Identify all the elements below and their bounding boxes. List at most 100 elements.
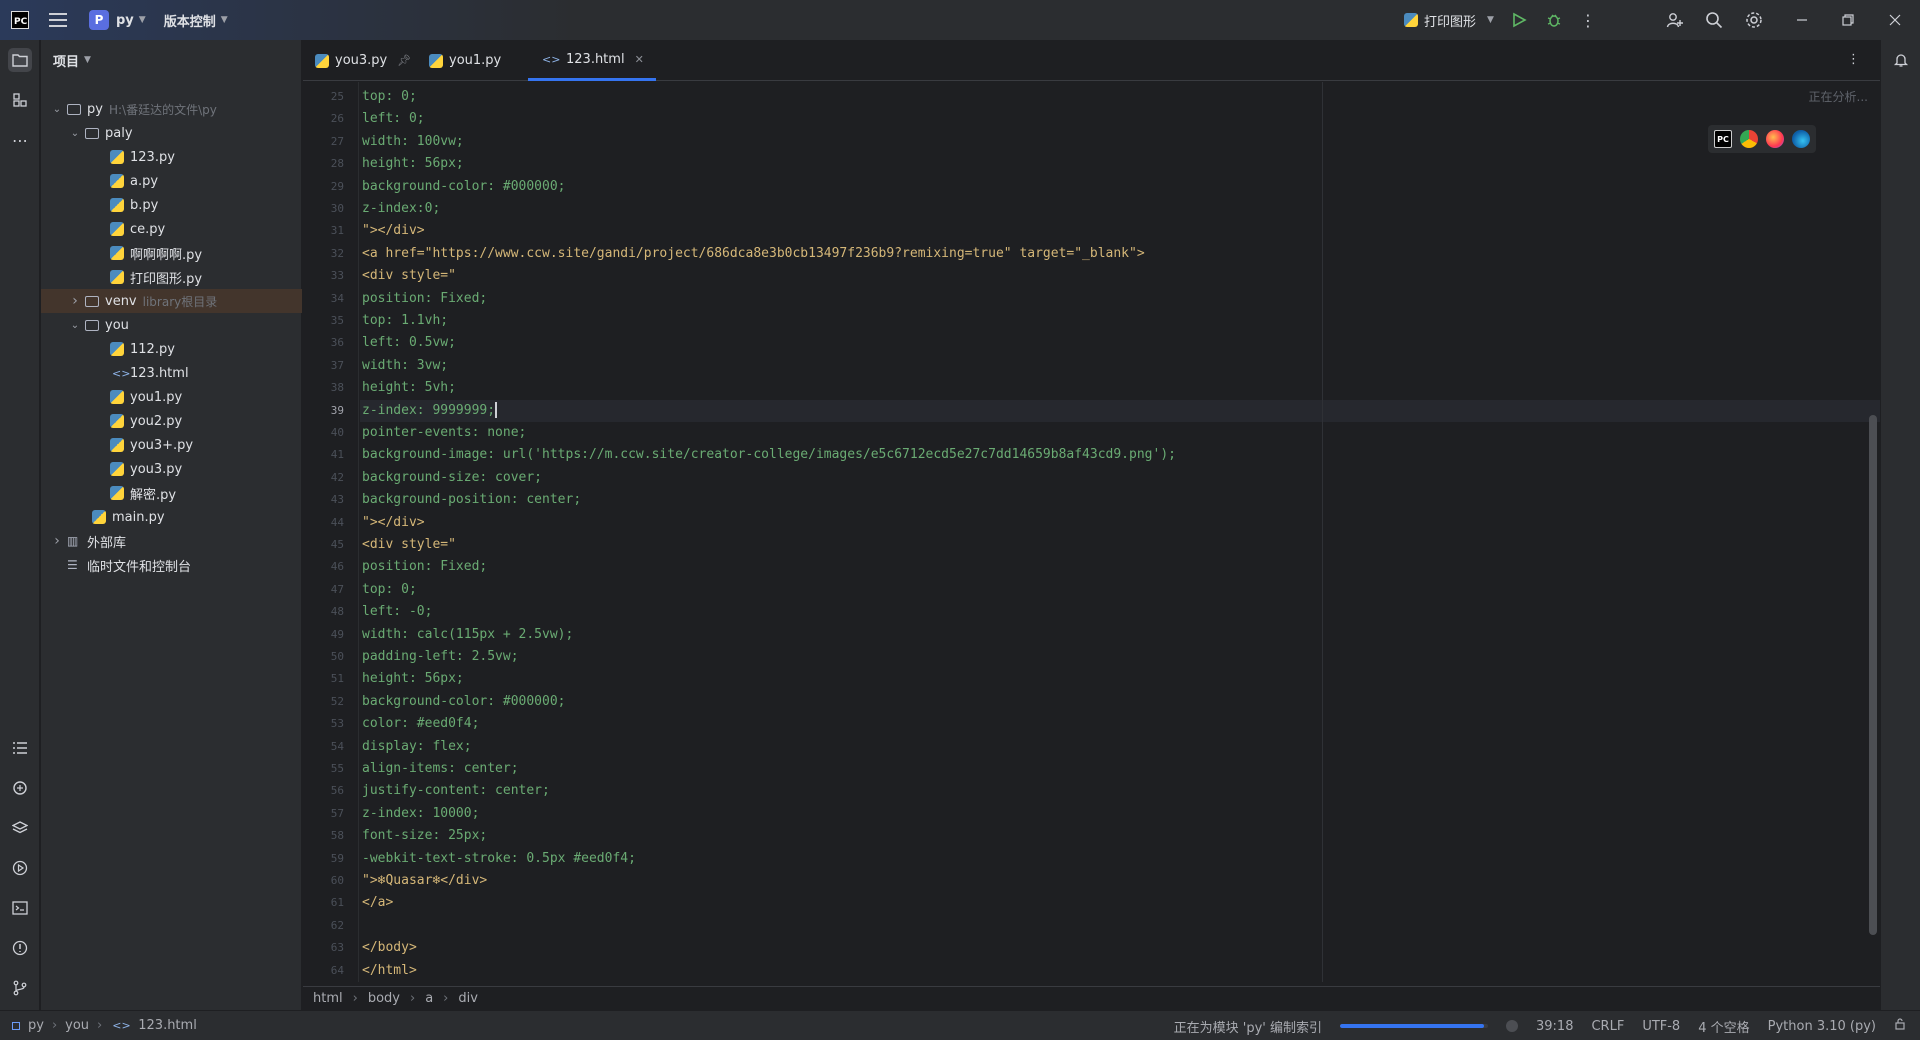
run-icon[interactable] [1509,10,1529,30]
git-branch-icon[interactable] [8,976,32,1000]
line-separator[interactable]: CRLF [1591,1019,1624,1034]
tree-item[interactable]: › venv library根目录 [41,289,302,313]
code-line[interactable]: "></div> [362,220,425,242]
tree-item[interactable]: 打印图形.py [41,265,302,289]
tree-item[interactable]: you3+.py [41,433,302,457]
tree-item[interactable]: › ▥ 外部库 [41,529,302,553]
layers-icon[interactable] [8,816,32,840]
minimize-icon[interactable] [1792,10,1812,30]
code-line[interactable]: height: 56px; [362,668,464,690]
search-icon[interactable] [1704,10,1724,30]
code-line[interactable]: </html> [362,960,417,982]
tab-you1-py[interactable]: you1.py [429,40,501,81]
tree-item[interactable]: 112.py [41,337,302,361]
code-line[interactable]: pointer-events: none; [362,422,526,444]
breadcrumb-item[interactable]: div [458,991,478,1006]
chevron-right-icon[interactable]: › [51,533,63,549]
code-line[interactable]: left: 0; [362,108,425,130]
tree-item[interactable]: a.py [41,169,302,193]
code-line[interactable]: <a href="https://www.ccw.site/gandi/proj… [362,243,1145,265]
todo-list-icon[interactable] [8,736,32,760]
code-line[interactable]: position: Fixed; [362,288,487,310]
code-line[interactable]: height: 56px; [362,153,464,175]
tree-item[interactable]: b.py [41,193,302,217]
tree-item[interactable]: ce.py [41,217,302,241]
project-tool-folder-icon[interactable] [8,48,32,72]
tab-you3-py[interactable]: you3.py 📌︎ [315,40,411,81]
project-name[interactable]: py [116,13,134,28]
code-line[interactable]: top: 0; [362,579,417,601]
breadcrumb-item[interactable]: a [425,991,433,1006]
firefox-icon[interactable] [1766,130,1784,148]
indent-setting[interactable]: 4 个空格 [1698,1017,1749,1036]
code-line[interactable]: <div style=" [362,534,456,556]
run-config-selector[interactable]: 打印图形 ▼ [1404,0,1494,40]
code-line[interactable]: </a> [362,892,393,914]
close-window-icon[interactable] [1885,10,1905,30]
chrome-icon[interactable] [1740,130,1758,148]
code-line[interactable]: z-index:0; [362,198,440,220]
chevron-down-icon[interactable]: ▼ [139,15,146,25]
edge-icon[interactable] [1792,130,1810,148]
tree-item[interactable]: you1.py [41,385,302,409]
code-line[interactable]: position: Fixed; [362,556,487,578]
code-line[interactable]: height: 5vh; [362,377,456,399]
code-line[interactable]: "></div> [362,512,425,534]
chevron-down-icon[interactable]: ⌄ [69,320,81,331]
problems-icon[interactable] [8,936,32,960]
project-panel-header[interactable]: 项目 ▼ [41,40,301,80]
status-path-item[interactable]: you [65,1018,89,1033]
code-line[interactable]: background-color: #000000; [362,691,566,713]
services-run-icon[interactable] [8,856,32,880]
code-line[interactable]: background-color: #000000; [362,176,566,198]
code-line[interactable]: width: calc(115px + 2.5vw); [362,624,573,646]
code-line[interactable]: left: -0; [362,601,432,623]
structure-icon[interactable] [8,88,32,112]
close-tab-icon[interactable]: ✕ [635,53,644,66]
lock-icon[interactable] [1894,1018,1906,1034]
tree-item[interactable]: you3.py [41,457,302,481]
code-line[interactable]: z-index: 9999999; [362,400,498,422]
code-line[interactable]: align-items: center; [362,758,519,780]
pin-icon[interactable]: 📌︎ [397,54,411,67]
code-line[interactable]: z-index: 10000; [362,803,479,825]
code-line[interactable]: </body> [362,937,417,959]
code-editor[interactable]: 正在分析... top: 0; left: 0; width: 100vw; heig… [360,82,1880,982]
code-line[interactable]: justify-content: center; [362,780,550,802]
add-user-icon[interactable] [1665,10,1685,30]
pause-icon[interactable] [1506,1020,1518,1032]
code-line[interactable]: padding-left: 2.5vw; [362,646,519,668]
tree-item[interactable]: 解密.py [41,481,302,505]
code-line[interactable]: background-image: url('https://m.ccw.sit… [362,444,1176,466]
code-line[interactable]: -webkit-text-stroke: 0.5px #eed0f4; [362,848,636,870]
python-interpreter[interactable]: Python 3.10 (py) [1768,1019,1876,1034]
tree-item[interactable]: ⌄ py H:\番廷达的文件\py [41,97,302,121]
breadcrumb-item[interactable]: body [368,991,400,1006]
vcs-menu[interactable]: 版本控制 [164,11,216,30]
code-line[interactable]: background-size: cover; [362,467,542,489]
code-line[interactable]: font-size: 25px; [362,825,487,847]
editor-scrollbar[interactable] [1869,415,1877,935]
code-line[interactable]: width: 3vw; [362,355,448,377]
code-line[interactable]: ">❄Quasar❄</div> [362,870,487,892]
debug-icon[interactable] [1544,10,1564,30]
code-line[interactable]: width: 100vw; [362,131,464,153]
code-line[interactable]: display: flex; [362,736,472,758]
tree-item[interactable]: main.py [41,505,302,529]
more-vertical-icon[interactable]: ⋮ [1847,52,1860,67]
pycharm-browser-icon[interactable]: PC [1714,130,1732,148]
python-console-icon[interactable] [8,776,32,800]
tree-item[interactable]: ⌄ you [41,313,302,337]
terminal-icon[interactable] [8,896,32,920]
code-line[interactable]: top: 1.1vh; [362,310,448,332]
notifications-bell-icon[interactable] [1889,48,1913,72]
code-line[interactable]: left: 0.5vw; [362,332,456,354]
tab-123-html[interactable]: <> 123.html ✕ [528,40,656,81]
breadcrumb-item[interactable]: html [313,991,343,1006]
tree-item[interactable]: 啊啊啊啊.py [41,241,302,265]
tree-item[interactable]: 123.py [41,145,302,169]
restore-icon[interactable] [1838,10,1858,30]
main-menu-icon[interactable] [49,13,67,27]
tree-item[interactable]: ⌄ paly [41,121,302,145]
chevron-down-icon[interactable]: ▼ [84,55,91,65]
